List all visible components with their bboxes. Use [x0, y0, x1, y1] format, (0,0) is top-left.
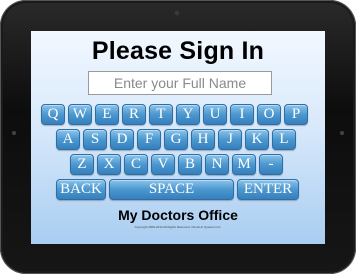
key-l[interactable]: L [272, 129, 296, 150]
key-s[interactable]: S [83, 129, 107, 150]
office-name: My Doctors Office [118, 207, 238, 223]
sign-in-screen: Please Sign In QWERTYUIOP ASDFGHJKL ZXCVBN… [31, 31, 325, 244]
key-a[interactable]: A [56, 129, 80, 150]
key-d[interactable]: D [110, 129, 134, 150]
back-key[interactable]: BACK [56, 179, 106, 200]
key-p[interactable]: P [284, 104, 308, 125]
key-j[interactable]: J [218, 129, 242, 150]
key-y[interactable]: Y [176, 104, 200, 125]
full-name-input[interactable] [88, 71, 272, 95]
key-q[interactable]: Q [41, 104, 65, 125]
key-w[interactable]: W [68, 104, 92, 125]
key-c[interactable]: C [124, 154, 148, 175]
key-z[interactable]: Z [70, 154, 94, 175]
key-f[interactable]: F [137, 129, 161, 150]
key-m[interactable]: M [232, 154, 256, 175]
key-n[interactable]: N [205, 154, 229, 175]
camera-icon [174, 10, 180, 16]
tablet-frame: Please Sign In QWERTYUIOP ASDFGHJKL ZXCVBN… [0, 0, 356, 274]
key-r[interactable]: R [122, 104, 146, 125]
enter-key[interactable]: ENTER [237, 179, 299, 200]
key-t[interactable]: T [149, 104, 173, 125]
key-g[interactable]: G [164, 129, 188, 150]
key-h[interactable]: H [191, 129, 215, 150]
left-sensor-dot [12, 131, 16, 135]
key-x[interactable]: X [97, 154, 121, 175]
right-sensor-dot [340, 131, 344, 135]
key-dash[interactable]: - [259, 154, 283, 175]
page-title: Please Sign In [91, 37, 265, 65]
key-e[interactable]: E [95, 104, 119, 125]
key-u[interactable]: U [203, 104, 227, 125]
key-k[interactable]: K [245, 129, 269, 150]
space-key[interactable]: SPACE [109, 179, 234, 200]
copyright-text: Copyright 2009-2013 All Rights Reserved.… [134, 225, 222, 229]
key-b[interactable]: B [178, 154, 202, 175]
key-o[interactable]: O [257, 104, 281, 125]
key-v[interactable]: V [151, 154, 175, 175]
key-i[interactable]: I [230, 104, 254, 125]
